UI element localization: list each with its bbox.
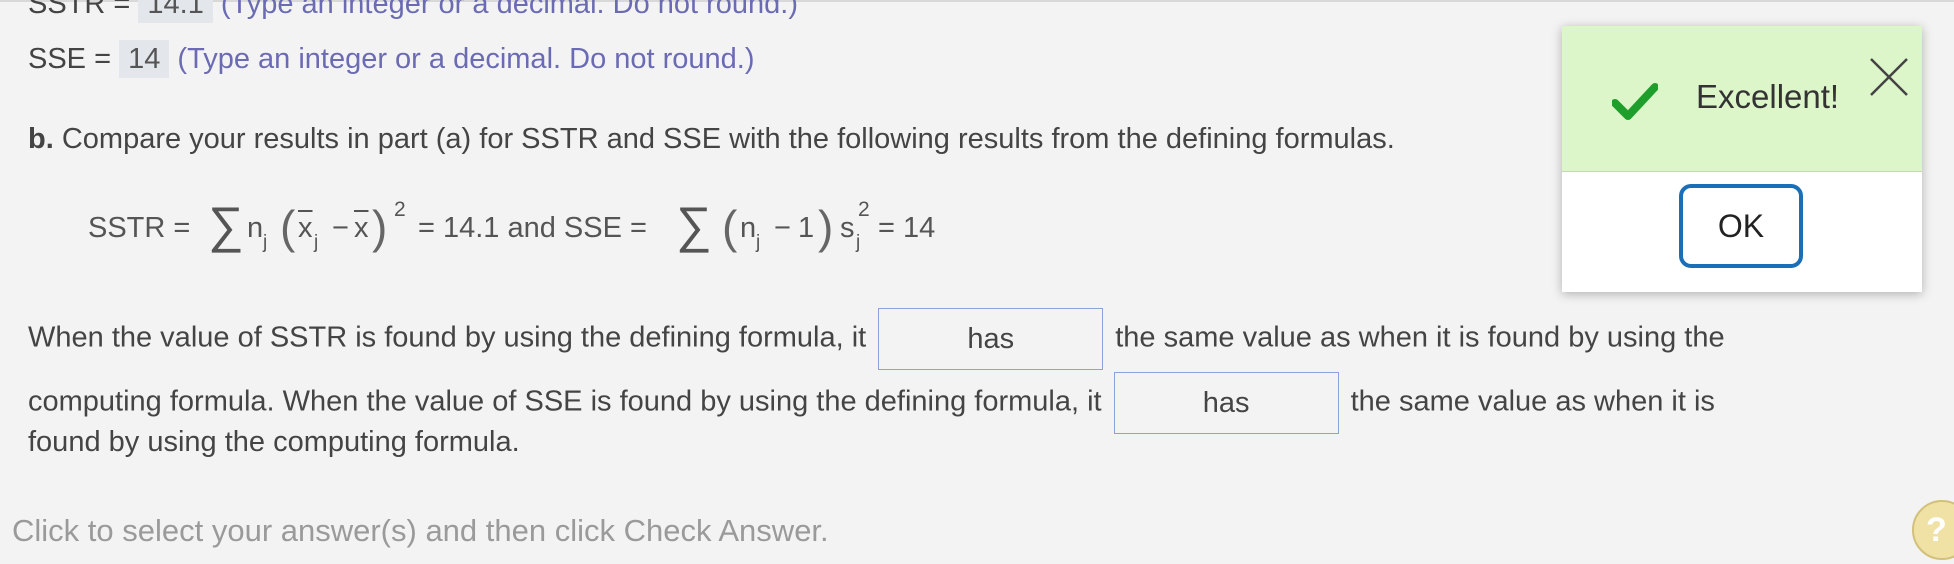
- part-b-label: b.: [28, 123, 54, 155]
- paragraph-line-1: When the value of SSTR is found by using…: [28, 308, 1725, 370]
- answer-dropdown-1[interactable]: has: [878, 308, 1104, 370]
- formula-j-sub-3: j: [756, 232, 761, 253]
- sstr-hint: (Type an integer or a decimal. Do not ro…: [220, 0, 799, 20]
- formula-xbar: x: [354, 212, 369, 244]
- line1-post: the same value as when it is found by us…: [1115, 321, 1725, 354]
- sse-value[interactable]: 14: [119, 40, 170, 78]
- line2-pre: computing formula. When the value of SSE…: [28, 385, 1102, 418]
- check-answer-instruction: Click to select your answer(s) and then …: [12, 513, 829, 548]
- formula-open-paren-2: (: [722, 201, 738, 253]
- formula-minus-1: −: [332, 212, 349, 244]
- sstr-label: SSTR =: [28, 0, 131, 20]
- formula-n-2: n: [740, 212, 757, 244]
- formula-j-sub-2: j: [314, 232, 319, 253]
- formula-j-sub-4: j: [856, 232, 861, 253]
- dialog-message: Excellent!: [1696, 78, 1840, 115]
- sse-hint: (Type an integer or a decimal. Do not ro…: [177, 43, 755, 75]
- formula-squared-2: 2: [858, 198, 870, 221]
- formula-sstr-lhs: SSTR =: [88, 212, 191, 244]
- checkmark-icon: [1612, 83, 1658, 120]
- formula-squared: 2: [394, 198, 406, 221]
- formula-s: s: [840, 212, 855, 244]
- sse-label: SSE =: [28, 43, 112, 75]
- formula-close-paren-2: ): [818, 201, 834, 253]
- answer-dropdown-2[interactable]: has: [1113, 372, 1339, 434]
- formula-open-paren-1: (: [280, 201, 296, 253]
- formula-one: 1: [798, 212, 815, 244]
- formula-close-paren-1: ): [372, 201, 388, 253]
- help-button[interactable]: ?: [1912, 500, 1954, 560]
- sstr-value[interactable]: 14.1: [138, 0, 213, 23]
- part-b-text: Compare your results in part (a) for SST…: [61, 123, 1395, 155]
- close-icon[interactable]: [1868, 56, 1910, 98]
- line2-post: the same value as when it is: [1350, 385, 1715, 418]
- part-b-prompt: b. Compare your results in part (a) for …: [28, 122, 1395, 156]
- formula-xbar-j: x: [298, 212, 313, 244]
- paragraph-line-3: found by using the computing formula.: [28, 426, 520, 458]
- sse-answer-line: SSE = 14 (Type an integer or a decimal. …: [28, 40, 755, 78]
- formula-sigma-2: ∑: [676, 197, 712, 253]
- ok-button[interactable]: OK: [1679, 184, 1803, 268]
- formula-j-sub-1: j: [263, 232, 268, 253]
- sstr-answer-line: SSTR = 14.1 (Type an integer or a decima…: [28, 0, 799, 23]
- line1-pre: When the value of SSTR is found by using…: [28, 321, 867, 354]
- formula-sigma-1: ∑: [208, 197, 244, 253]
- formula-n-1: n: [247, 212, 264, 244]
- formula-sse-result: = 14: [878, 212, 936, 244]
- formula-minus-2: −: [774, 212, 791, 244]
- dialog-header: Excellent!: [1562, 26, 1922, 172]
- formula-sstr-result: = 14.1 and SSE =: [418, 212, 647, 244]
- feedback-dialog: Excellent! OK: [1562, 26, 1922, 292]
